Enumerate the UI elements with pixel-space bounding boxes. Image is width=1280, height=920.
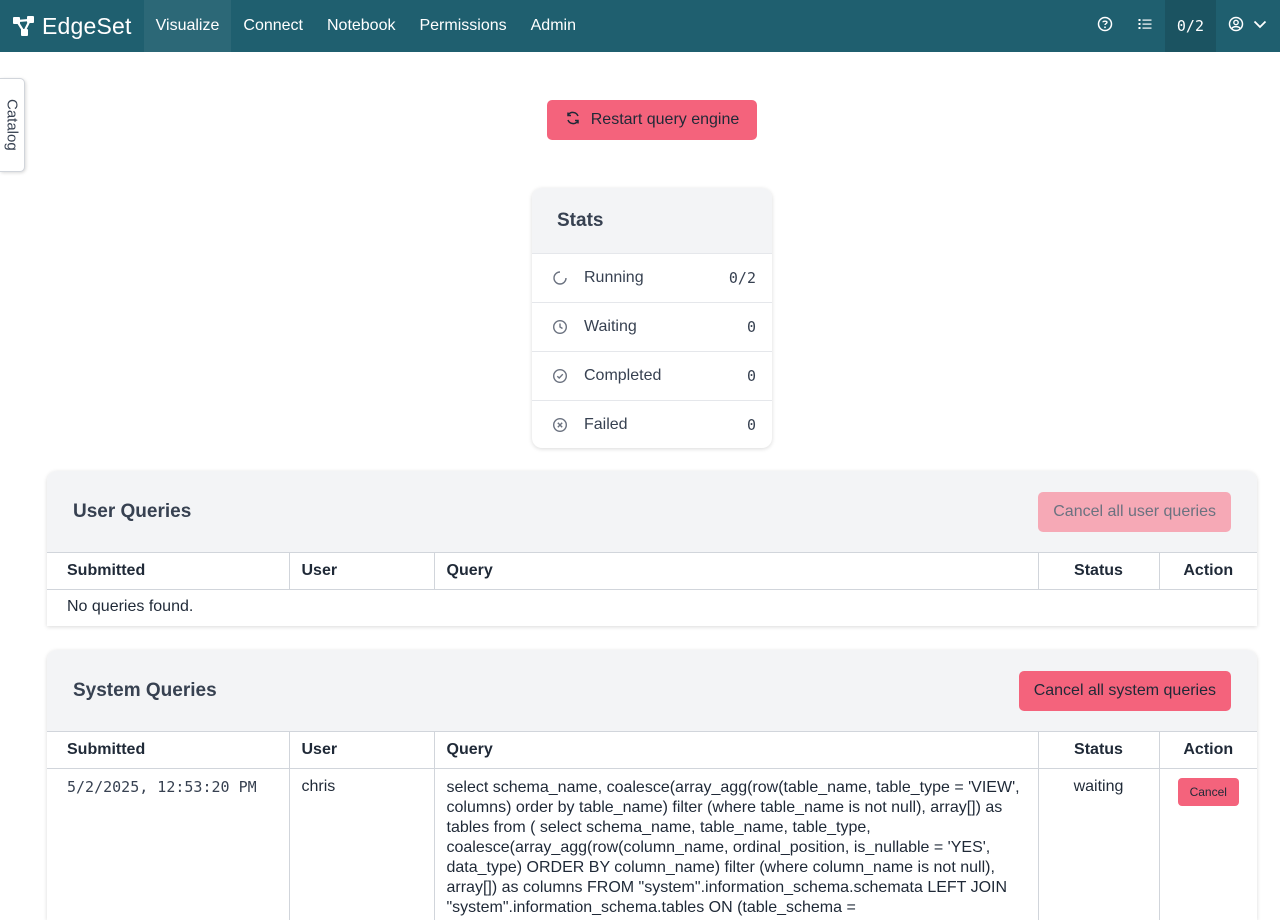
user-queries-panel: User Queries Cancel all user queries Sub… xyxy=(47,471,1257,626)
logo-icon xyxy=(12,15,36,37)
nav-item-notebook[interactable]: Notebook xyxy=(315,0,408,52)
status-cell: waiting xyxy=(1037,768,1159,920)
x-circle-icon xyxy=(552,417,568,433)
nav-item-connect[interactable]: Connect xyxy=(231,0,315,52)
user-queries-title: User Queries xyxy=(73,500,192,522)
user-queries-header: User Queries Cancel all user queries xyxy=(47,471,1257,552)
user-circle-icon xyxy=(1228,16,1244,37)
nav-item-permissions[interactable]: Permissions xyxy=(407,0,518,52)
restart-button-label: Restart query engine xyxy=(590,111,740,128)
column-header-submitted[interactable]: Submitted xyxy=(47,552,289,590)
catalog-tab-label: Catalog xyxy=(3,99,21,151)
nav-item-visualize[interactable]: Visualize xyxy=(143,0,232,52)
stat-label: Failed xyxy=(584,416,628,433)
chevron-down-icon xyxy=(1252,16,1268,37)
list-icon xyxy=(1137,16,1153,37)
column-header-status[interactable]: Status xyxy=(1037,552,1159,590)
spinner-icon xyxy=(552,270,568,286)
user-cell: chris xyxy=(288,768,434,920)
empty-message: No queries found. xyxy=(67,598,194,615)
restart-query-engine-button[interactable]: Restart query engine xyxy=(547,100,757,140)
column-header-user[interactable]: User xyxy=(288,731,434,769)
stat-row-waiting: Waiting 0 xyxy=(532,302,772,351)
query-cell: select schema_name, coalesce(array_agg(r… xyxy=(433,768,1038,920)
stat-label: Completed xyxy=(584,367,662,384)
stat-value: 0 xyxy=(746,367,756,385)
stat-label: Running xyxy=(584,269,644,286)
user-queries-table: Submitted User Query Status Action No qu… xyxy=(47,552,1257,626)
stat-row-failed: Failed 0 xyxy=(532,400,772,448)
stat-value: 0/2 xyxy=(728,269,756,287)
refresh-icon xyxy=(565,110,581,131)
table-row: 5/2/2025, 12:53:20 PM chris select schem… xyxy=(47,768,1257,920)
main-nav: Visualize Connect Notebook Permissions A… xyxy=(143,0,588,52)
column-header-status[interactable]: Status xyxy=(1037,731,1159,769)
stat-value: 0 xyxy=(746,318,756,336)
clock-icon xyxy=(552,319,568,335)
column-header-query[interactable]: Query xyxy=(433,552,1038,590)
stat-row-completed: Completed 0 xyxy=(532,351,772,400)
stat-label: Waiting xyxy=(584,318,637,335)
help-icon xyxy=(1097,16,1113,37)
stat-value: 0 xyxy=(746,416,756,434)
catalog-tab[interactable]: Catalog xyxy=(0,78,25,172)
query-list-button[interactable] xyxy=(1125,0,1165,52)
column-header-action[interactable]: Action xyxy=(1158,552,1257,590)
stat-row-running: Running 0/2 xyxy=(532,253,772,302)
brand[interactable]: EdgeSet xyxy=(0,0,132,52)
column-header-submitted[interactable]: Submitted xyxy=(47,731,289,769)
stats-title: Stats xyxy=(532,188,772,253)
system-queries-header: System Queries Cancel all system queries xyxy=(47,650,1257,731)
user-menu-button[interactable] xyxy=(1216,0,1280,52)
check-circle-icon xyxy=(552,368,568,384)
action-cell: Cancel xyxy=(1158,768,1257,920)
help-button[interactable] xyxy=(1085,0,1125,52)
cancel-query-button[interactable]: Cancel xyxy=(1177,778,1239,806)
nav-tools: 0/2 xyxy=(1085,0,1280,52)
top-nav-bar: EdgeSet Visualize Connect Notebook Permi… xyxy=(0,0,1280,52)
running-queries-counter[interactable]: 0/2 xyxy=(1164,0,1216,52)
stats-card: Stats Running 0/2 Waiting 0 Completed 0 xyxy=(532,188,772,448)
cancel-all-user-queries-button[interactable]: Cancel all user queries xyxy=(1038,491,1231,532)
table-row-empty: No queries found. xyxy=(47,590,1257,626)
system-queries-panel: System Queries Cancel all system queries… xyxy=(47,650,1257,920)
column-header-user[interactable]: User xyxy=(288,552,434,590)
column-header-action[interactable]: Action xyxy=(1158,731,1257,769)
cancel-all-system-queries-button[interactable]: Cancel all system queries xyxy=(1018,670,1231,711)
system-queries-title: System Queries xyxy=(73,679,217,701)
column-header-query[interactable]: Query xyxy=(433,731,1038,769)
nav-item-admin[interactable]: Admin xyxy=(519,0,588,52)
system-queries-table: Submitted User Query Status Action 5/2/2… xyxy=(47,731,1257,920)
app-name: EdgeSet xyxy=(42,12,132,39)
submitted-cell: 5/2/2025, 12:53:20 PM xyxy=(67,778,257,796)
